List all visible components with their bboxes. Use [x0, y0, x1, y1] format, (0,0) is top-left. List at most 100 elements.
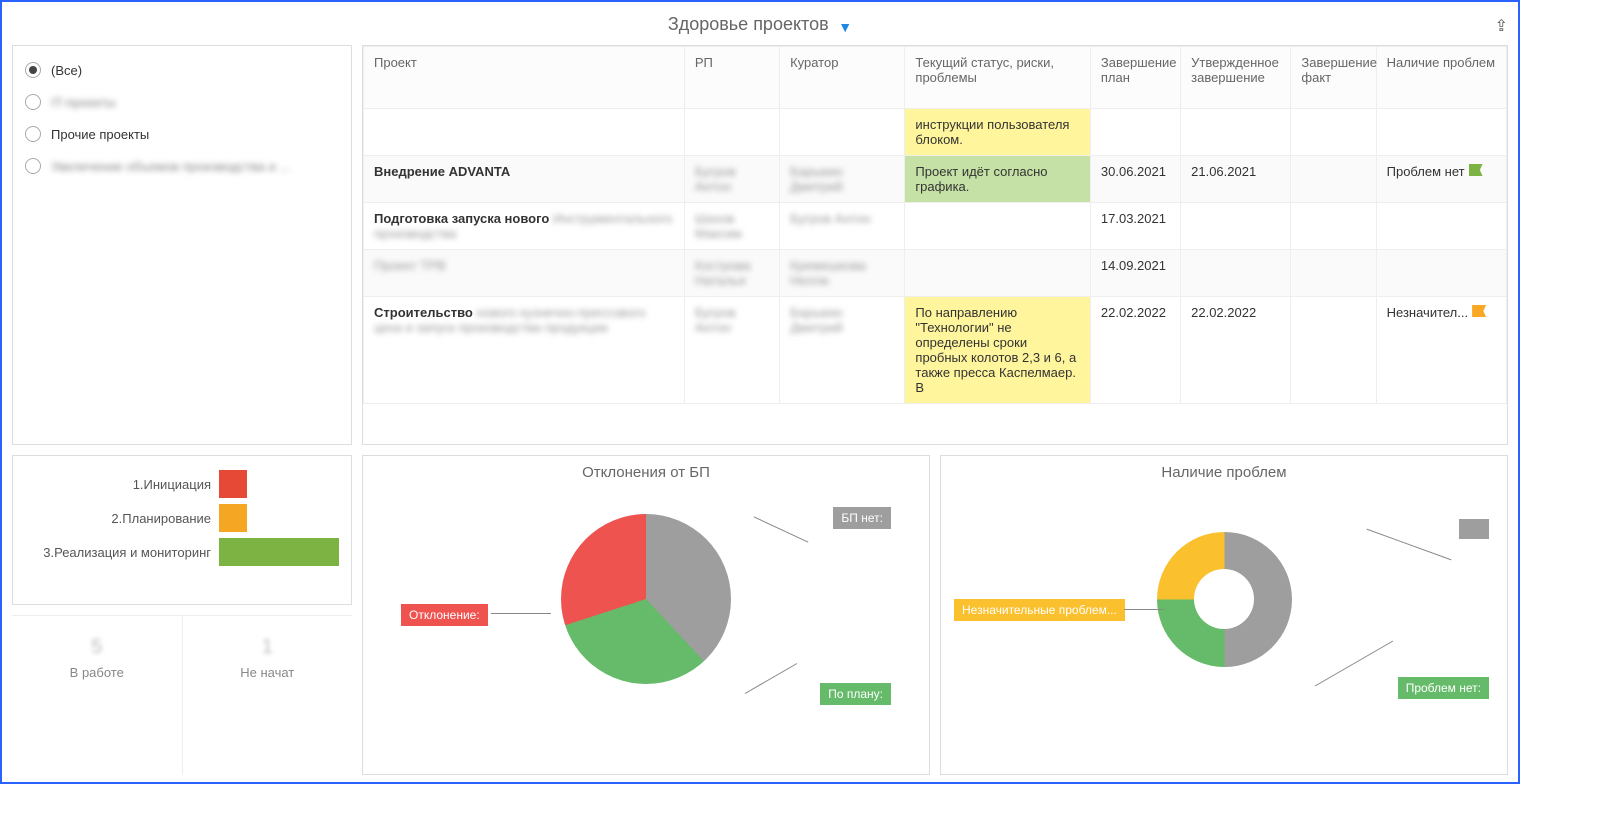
cell-curator: Барыкин Дмитрий [780, 297, 905, 404]
kpi-in-work[interactable]: 5 В работе [12, 616, 182, 775]
cell-project: Проект ТРВ [364, 250, 685, 297]
cell-fact [1291, 156, 1376, 203]
label-on-plan: По плану: [820, 683, 891, 705]
cell-approved: 21.06.2021 [1181, 156, 1291, 203]
stage-bar-chart: 1.Инициация 2.Планирование 3.Реализация и … [12, 455, 352, 605]
cell-approved [1181, 203, 1291, 250]
cell-plan: 14.09.2021 [1090, 250, 1180, 297]
cell-project: Строительство нового кузнечно-прессового… [364, 297, 685, 404]
cell-status [905, 203, 1090, 250]
cell-problem [1376, 203, 1506, 250]
filter-label: Прочие проекты [51, 127, 149, 142]
kpi-panel: 5 В работе 1 Не начат [12, 615, 352, 775]
table-row[interactable]: Проект ТРВКострова НатальяКремешкова Нел… [364, 250, 1507, 297]
cell-rp: Кострова Наталья [684, 250, 779, 297]
project-filter-panel: (Все) IT-проекты Прочие проекты Увеличен… [12, 45, 352, 445]
stage-bar [219, 470, 247, 498]
cell-plan: 17.03.2021 [1090, 203, 1180, 250]
label-empty [1459, 519, 1489, 539]
projects-table: Проект РП Куратор Текущий статус, риски,… [363, 46, 1507, 404]
radio-icon [25, 158, 41, 174]
chart-title: Наличие проблем [949, 464, 1499, 481]
label-deviation: Отклонение: [401, 604, 488, 626]
cell-plan: 22.02.2022 [1090, 297, 1180, 404]
radio-icon [25, 94, 41, 110]
cell-plan [1090, 109, 1180, 156]
label-minor: Незначительные проблем... [954, 599, 1125, 621]
col-rp[interactable]: РП [684, 47, 779, 109]
filter-option-it[interactable]: IT-проекты [17, 86, 347, 118]
col-problems[interactable]: Наличие проблем [1376, 47, 1506, 109]
cell-project [364, 109, 685, 156]
filter-label: (Все) [51, 63, 82, 78]
cell-fact [1291, 109, 1376, 156]
col-approved[interactable]: Утвержденное завершение [1181, 47, 1291, 109]
cell-fact [1291, 250, 1376, 297]
cell-rp: Бугров Антон [684, 156, 779, 203]
radio-icon [25, 62, 41, 78]
kpi-value: 5 [12, 636, 182, 659]
table-row[interactable]: Подготовка запуска нового Инструментальн… [364, 203, 1507, 250]
stage-row[interactable]: 1.Инициация [19, 470, 345, 498]
col-status[interactable]: Текущий статус, риски, проблемы [905, 47, 1090, 109]
cell-plan: 30.06.2021 [1090, 156, 1180, 203]
label-no-bp: БП нет: [833, 507, 891, 529]
cell-approved [1181, 250, 1291, 297]
cell-status [905, 250, 1090, 297]
stage-row[interactable]: 3.Реализация и мониторинг [19, 538, 345, 566]
cell-rp: Шахов Максим [684, 203, 779, 250]
col-curator[interactable]: Куратор [780, 47, 905, 109]
cell-problem [1376, 250, 1506, 297]
col-plan[interactable]: Завершение план [1090, 47, 1180, 109]
cell-project: Подготовка запуска нового Инструментальн… [364, 203, 685, 250]
kpi-label: В работе [12, 665, 182, 680]
cell-curator: Кремешкова Нелли [780, 250, 905, 297]
table-row[interactable]: Внедрение ADVANTA Бугров АнтонБарыкин Дм… [364, 156, 1507, 203]
kpi-not-started[interactable]: 1 Не начат [182, 616, 353, 775]
table-header-row: Проект РП Куратор Текущий статус, риски,… [364, 47, 1507, 109]
cell-curator: Бугров Антон [780, 203, 905, 250]
table-row[interactable]: инструкции пользователя блоком. [364, 109, 1507, 156]
deviation-pie [561, 514, 731, 684]
chart-title: Отклонения от БП [371, 464, 921, 481]
stage-bar [219, 538, 339, 566]
flag-icon [1469, 164, 1483, 176]
filter-option-other[interactable]: Прочие проекты [17, 118, 347, 150]
cell-rp [684, 109, 779, 156]
table-row[interactable]: Строительство нового кузнечно-прессового… [364, 297, 1507, 404]
cell-curator: Барыкин Дмитрий [780, 156, 905, 203]
filter-label: IT-проекты [51, 95, 116, 110]
filter-icon[interactable]: ▼ [838, 19, 852, 35]
stage-bar [219, 504, 247, 532]
col-fact[interactable]: Завершение факт [1291, 47, 1376, 109]
cell-approved: 22.02.2022 [1181, 297, 1291, 404]
export-icon[interactable]: ⇪ [1495, 16, 1508, 36]
stage-row[interactable]: 2.Планирование [19, 504, 345, 532]
cell-status: По направлению "Технологии" не определен… [905, 297, 1090, 404]
cell-rp: Бугров Антон [684, 297, 779, 404]
cell-approved [1181, 109, 1291, 156]
stage-label: 2.Планирование [19, 511, 219, 526]
kpi-label: Не начат [183, 665, 353, 680]
col-project[interactable]: Проект [364, 47, 685, 109]
radio-icon [25, 126, 41, 142]
cell-fact [1291, 203, 1376, 250]
stage-label: 1.Инициация [19, 477, 219, 492]
filter-option-all[interactable]: (Все) [17, 54, 347, 86]
cell-problem [1376, 109, 1506, 156]
filter-option-volume[interactable]: Увеличение объемов производства и ... [17, 150, 347, 182]
stage-label: 3.Реализация и мониторинг [19, 545, 219, 560]
page-header: Здоровье проектов ▼ ⇪ [2, 2, 1518, 45]
cell-curator [780, 109, 905, 156]
filter-label: Увеличение объемов производства и ... [51, 159, 290, 174]
cell-status: Проект идёт согласно графика. [905, 156, 1090, 203]
cell-status: инструкции пользователя блоком. [905, 109, 1090, 156]
cell-fact [1291, 297, 1376, 404]
donut-hole [1194, 569, 1254, 629]
cell-problem: Проблем нет [1376, 156, 1506, 203]
flag-icon [1472, 305, 1486, 317]
page-title: Здоровье проектов [668, 14, 829, 34]
charts-row: Отклонения от БП БП нет: Отклонение: По … [362, 455, 1508, 775]
projects-table-panel: Проект РП Куратор Текущий статус, риски,… [362, 45, 1508, 445]
kpi-value: 1 [183, 636, 353, 659]
